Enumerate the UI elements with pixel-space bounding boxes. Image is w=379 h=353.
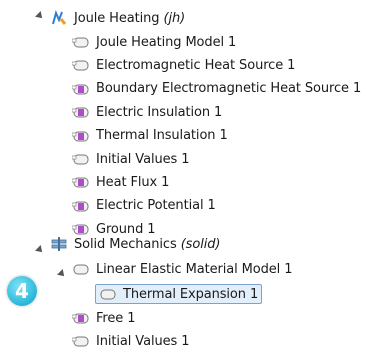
tree-node[interactable]: Free 1 — [71, 306, 136, 330]
domain-node-icon — [71, 333, 90, 349]
tree-node-joule-heating[interactable]: Joule Heating (jh) — [50, 6, 185, 30]
tree-node[interactable]: Initial Values 1 — [71, 329, 190, 353]
domain-node-icon — [71, 151, 90, 167]
boundary-node-icon — [71, 198, 90, 214]
collapse-toggle-joule[interactable] — [35, 11, 45, 21]
boundary-node-icon — [71, 128, 90, 144]
tree-node-label: Boundary Electromagnetic Heat Source 1 — [96, 81, 362, 97]
tree-node[interactable]: Electromagnetic Heat Source 1 — [71, 53, 296, 77]
solid-mechanics-label: Solid Mechanics (solid) — [74, 236, 221, 252]
joule-heating-label: Joule Heating (jh) — [74, 10, 186, 26]
tree-node-label: Electric Insulation 1 — [96, 104, 223, 120]
step-badge: 4 — [7, 276, 37, 306]
tree-node-label: Initial Values 1 — [96, 333, 190, 349]
tree-node-label: Joule Heating Model 1 — [96, 34, 237, 50]
tree-node[interactable]: Electric Potential 1 — [71, 194, 216, 218]
boundary-node-icon — [71, 104, 90, 120]
domain-node-icon — [71, 57, 90, 73]
boundary-node-icon — [71, 310, 90, 326]
tree-node-label: Free 1 — [96, 310, 136, 326]
domain-node-icon — [72, 261, 90, 277]
boundary-node-icon — [71, 81, 90, 97]
tree-node-solid-mechanics[interactable]: Solid Mechanics (solid) — [50, 232, 220, 256]
thermal-expansion-label: Thermal Expansion 1 — [123, 286, 259, 302]
tree-node[interactable]: Heat Flux 1 — [71, 170, 170, 194]
tree-node-label: Electromagnetic Heat Source 1 — [96, 57, 296, 73]
tree-node-label: Thermal Insulation 1 — [96, 128, 228, 144]
boundary-node-icon — [71, 174, 90, 190]
joule-heating-icon — [50, 9, 68, 26]
tree-node-label: Heat Flux 1 — [96, 174, 170, 190]
tree-node[interactable]: Electric Insulation 1 — [71, 100, 223, 124]
collapse-toggle-solid[interactable] — [35, 245, 45, 255]
tree-node[interactable]: Joule Heating Model 1 — [71, 30, 237, 54]
tree-node-thermal-expansion[interactable]: Thermal Expansion 1 — [92, 282, 263, 306]
solid-mechanics-icon — [50, 236, 68, 252]
tree-node[interactable]: Boundary Electromagnetic Heat Source 1 — [71, 77, 362, 101]
tree-node[interactable]: Thermal Insulation 1 — [71, 124, 228, 148]
linear-elastic-label: Linear Elastic Material Model 1 — [96, 261, 293, 277]
tree-node-label: Electric Potential 1 — [96, 198, 216, 214]
domain-node-icon — [99, 286, 117, 302]
tree-node-label: Initial Values 1 — [96, 151, 190, 167]
domain-node-icon — [71, 34, 90, 50]
collapse-toggle-linear-elastic[interactable] — [57, 269, 67, 279]
tree-node[interactable]: Initial Values 1 — [71, 147, 190, 171]
tree-node-linear-elastic[interactable]: Linear Elastic Material Model 1 — [72, 257, 292, 281]
